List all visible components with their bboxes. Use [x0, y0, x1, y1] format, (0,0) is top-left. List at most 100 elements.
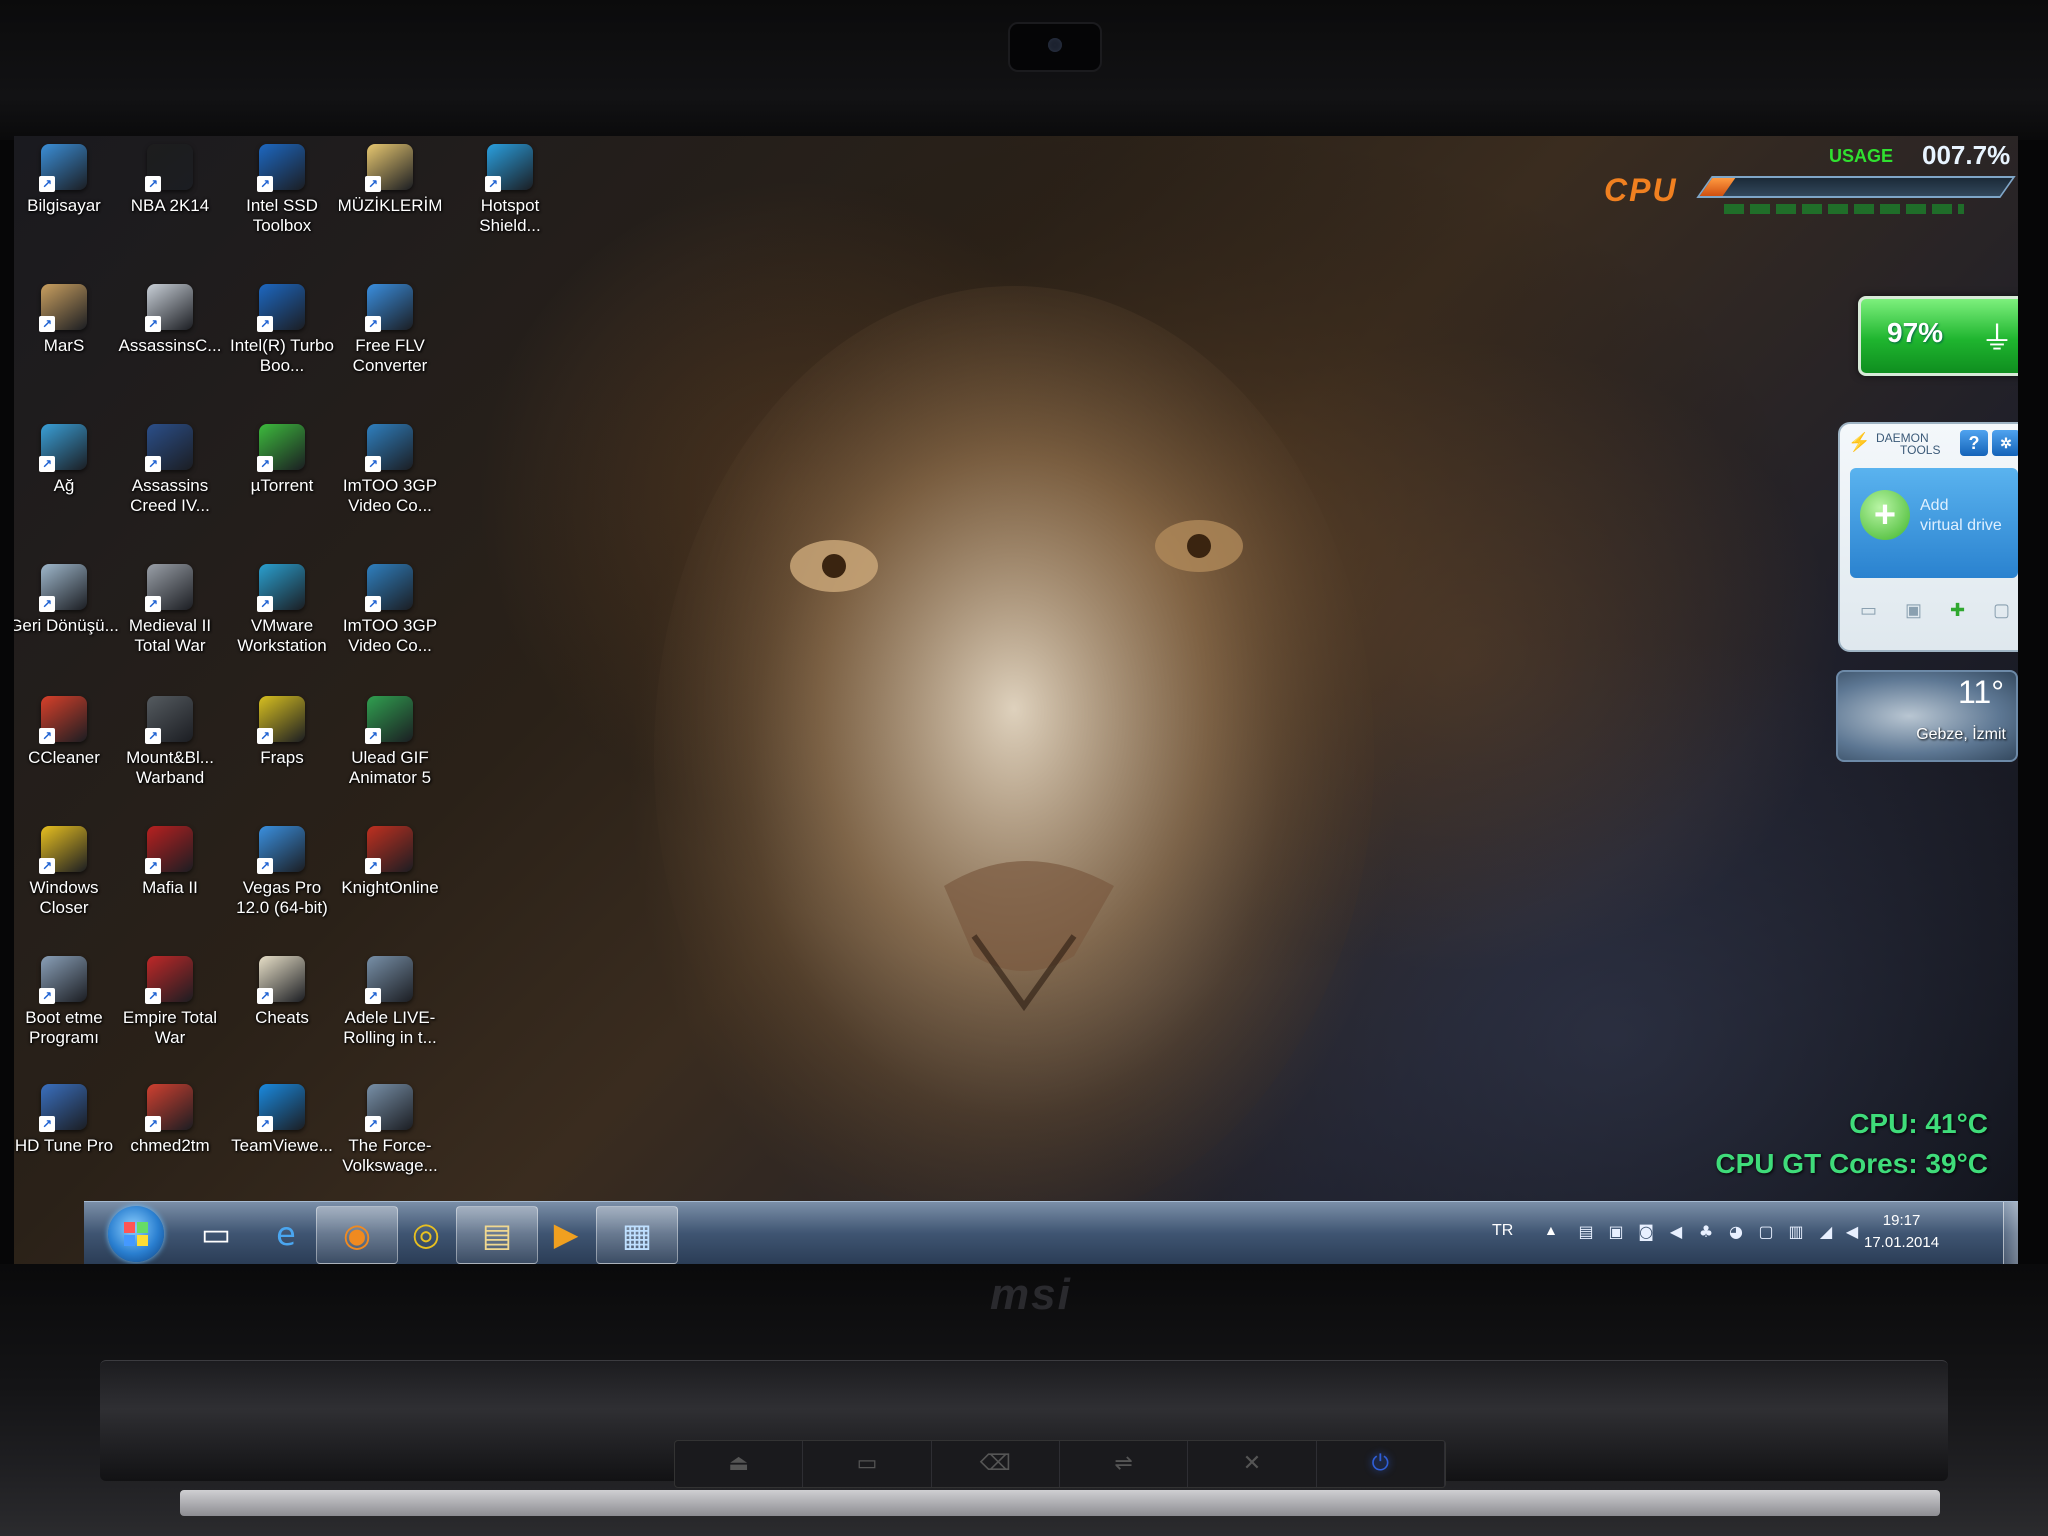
- desktop-icon[interactable]: ↗ Vegas Pro 12.0 (64-bit): [226, 826, 338, 918]
- show-hidden-icons-button[interactable]: ▲: [1544, 1222, 1558, 1238]
- ulead-icon: ↗: [365, 696, 413, 744]
- weather-gadget[interactable]: 11° Gebze, İzmit: [1836, 670, 2018, 762]
- desktop-icon-label: ImTOO 3GP Video Co...: [342, 476, 438, 515]
- desktop-icon[interactable]: ↗ TeamViewe...: [226, 1084, 338, 1156]
- network-signal-icon[interactable]: ◢: [1816, 1222, 1836, 1242]
- computer-icon: ↗: [39, 144, 87, 192]
- shortcut-arrow-icon: ↗: [365, 1116, 381, 1132]
- desktop-icon[interactable]: ↗ Bilgisayar: [14, 144, 120, 216]
- desktop-icon-label: Empire Total War: [122, 1008, 218, 1047]
- add-virtual-drive-button[interactable]: + Add virtual drive: [1850, 468, 2018, 578]
- tray-app-icon[interactable]: ◙: [1636, 1222, 1656, 1242]
- shortcut-arrow-icon: ↗: [365, 176, 381, 192]
- desktop-icon[interactable]: ↗ VMware Workstation: [226, 564, 338, 656]
- clock[interactable]: 19:17 17.01.2014: [1864, 1210, 1939, 1254]
- converter-icon: ↗: [365, 284, 413, 332]
- shortcut-arrow-icon: ↗: [145, 176, 161, 192]
- tray-app-icon[interactable]: ▢: [1756, 1222, 1776, 1242]
- ccleaner-icon: ↗: [39, 696, 87, 744]
- desktop-icon[interactable]: ↗ Windows Closer: [14, 826, 120, 918]
- desktop-icon[interactable]: ↗ The Force-Volkswage...: [334, 1084, 446, 1176]
- desktop-icon[interactable]: ↗ Intel(R) Turbo Boo...: [226, 284, 338, 376]
- desktop-icon[interactable]: ↗ Ağ: [14, 424, 120, 496]
- desktop-icon-label: VMware Workstation: [237, 616, 327, 655]
- desktop-icon[interactable]: ↗ ImTOO 3GP Video Co...: [334, 424, 446, 516]
- desktop-icon[interactable]: ↗ Assassins Creed IV...: [114, 424, 226, 516]
- help-button[interactable]: ?: [1960, 430, 1988, 456]
- shortcut-arrow-icon: ↗: [145, 316, 161, 332]
- desktop-icon[interactable]: ↗ Medieval II Total War: [114, 564, 226, 656]
- desktop-icon[interactable]: ↗ Ulead GIF Animator 5: [334, 696, 446, 788]
- desktop-icon[interactable]: ↗ MÜZİKLERİM: [334, 144, 446, 216]
- tray-app-icon[interactable]: ▥: [1786, 1222, 1806, 1242]
- power-icon[interactable]: ⏻: [1317, 1441, 1445, 1487]
- desktop-icon[interactable]: ↗ Adele LIVE-Rolling in t...: [334, 956, 446, 1048]
- explorer-window-icon[interactable]: ▭: [176, 1206, 256, 1262]
- usage-value: 007.7%: [1922, 140, 2011, 170]
- start-button[interactable]: [108, 1206, 164, 1262]
- volume-icon[interactable]: ◀: [1842, 1222, 1862, 1242]
- desktop-icon[interactable]: ↗ Cheats: [226, 956, 338, 1028]
- desktop-icon-label: Vegas Pro 12.0 (64-bit): [236, 878, 328, 917]
- desktop-icon[interactable]: ↗ µTorrent: [226, 424, 338, 496]
- desktop-icon[interactable]: ↗ Free FLV Converter: [334, 284, 446, 376]
- shortcut-arrow-icon: ↗: [145, 988, 161, 1004]
- shortcut-arrow-icon: ↗: [485, 176, 501, 192]
- desktop-icon[interactable]: ↗ NBA 2K14: [114, 144, 226, 216]
- desktop-icon[interactable]: ↗ Fraps: [226, 696, 338, 768]
- desktop-icon[interactable]: ↗ Hotspot Shield...: [454, 144, 566, 236]
- shortcut-arrow-icon: ↗: [257, 858, 273, 874]
- daemon-tools-gadget[interactable]: ⚡ DAEMON TOOLS ? ✲ + Add virtual drive ▭…: [1838, 422, 2018, 652]
- remote-desktop-icon[interactable]: ▦: [596, 1206, 678, 1264]
- tray-app-icon[interactable]: ▣: [1606, 1222, 1626, 1242]
- hotkey-button[interactable]: ▭: [803, 1441, 932, 1487]
- speaker-icon[interactable]: ◀: [1666, 1222, 1686, 1242]
- show-desktop-button[interactable]: [2003, 1202, 2018, 1264]
- tray-app-icon[interactable]: ◕: [1726, 1222, 1746, 1242]
- desktop-icon-label: The Force-Volkswage...: [342, 1136, 438, 1175]
- add-icon[interactable]: ✚: [1950, 600, 1965, 624]
- desktop-icon[interactable]: ↗ Mafia II: [114, 826, 226, 898]
- hotkey-button[interactable]: ✕: [1188, 1441, 1317, 1487]
- shortcut-arrow-icon: ↗: [257, 456, 273, 472]
- tray-app-icon[interactable]: ♣: [1696, 1222, 1716, 1242]
- tray-app-icon[interactable]: ▤: [1576, 1222, 1596, 1242]
- hotkey-button[interactable]: ⌫: [932, 1441, 1060, 1487]
- disc-icon[interactable]: ▭: [1860, 600, 1877, 624]
- image-icon[interactable]: ▣: [1905, 600, 1922, 624]
- shortcut-arrow-icon: ↗: [39, 596, 55, 612]
- settings-icon[interactable]: ✲: [1992, 430, 2018, 456]
- desktop-icon[interactable]: ↗ KnightOnline: [334, 826, 446, 898]
- desktop-icon[interactable]: ↗ CCleaner: [14, 696, 120, 768]
- lock-icon[interactable]: ▢: [1993, 600, 2010, 624]
- desktop-icon[interactable]: ↗ Mount&Bl... Warband: [114, 696, 226, 788]
- desktop-icon-label: Bilgisayar: [27, 196, 101, 215]
- vmware-icon: ↗: [257, 564, 305, 612]
- desktop-icon[interactable]: ↗ AssassinsC...: [114, 284, 226, 356]
- eject-icon[interactable]: ⏏: [675, 1441, 804, 1487]
- language-indicator[interactable]: TR: [1492, 1222, 1513, 1240]
- desktop-icon[interactable]: ↗ MarS: [14, 284, 120, 356]
- hotkey-button[interactable]: ⇌: [1060, 1441, 1189, 1487]
- desktop-icon[interactable]: ↗ Intel SSD Toolbox: [226, 144, 338, 236]
- shortcut-arrow-icon: ↗: [365, 456, 381, 472]
- imtoo-icon: ↗: [365, 424, 413, 472]
- chrome-icon[interactable]: ◎: [386, 1206, 466, 1262]
- desktop-icon[interactable]: ↗ Geri Dönüşü...: [14, 564, 120, 636]
- battery-percent: 97%: [1887, 317, 1944, 348]
- desktop-icon[interactable]: ↗ Empire Total War: [114, 956, 226, 1048]
- desktop-icon[interactable]: ↗ Boot etme Programı: [14, 956, 120, 1048]
- desktop-icon[interactable]: ↗ HD Tune Pro: [14, 1084, 120, 1156]
- battery-gadget[interactable]: 97% ⏚: [1858, 296, 2018, 376]
- cpu-usage-gadget[interactable]: CPU USAGE 007.7%: [1584, 140, 2016, 230]
- desktop-icon[interactable]: ↗ ImTOO 3GP Video Co...: [334, 564, 446, 656]
- desktop-icon-label: Ulead GIF Animator 5: [348, 748, 432, 787]
- weather-temperature: 11°: [1957, 674, 2004, 710]
- desktop-icon[interactable]: ↗ chmed2tm: [114, 1084, 226, 1156]
- desktop-screen: CPU USAGE 007.7% 97% ⏚ ⚡ DAEMON TOOLS ? …: [14, 136, 2018, 1264]
- media-player-icon[interactable]: ▶: [526, 1206, 606, 1262]
- desktop-icon-label: Ağ: [53, 476, 75, 495]
- internet-explorer-icon[interactable]: e: [246, 1206, 326, 1262]
- shortcut-arrow-icon: ↗: [39, 858, 55, 874]
- teamviewer-icon: ↗: [257, 1084, 305, 1132]
